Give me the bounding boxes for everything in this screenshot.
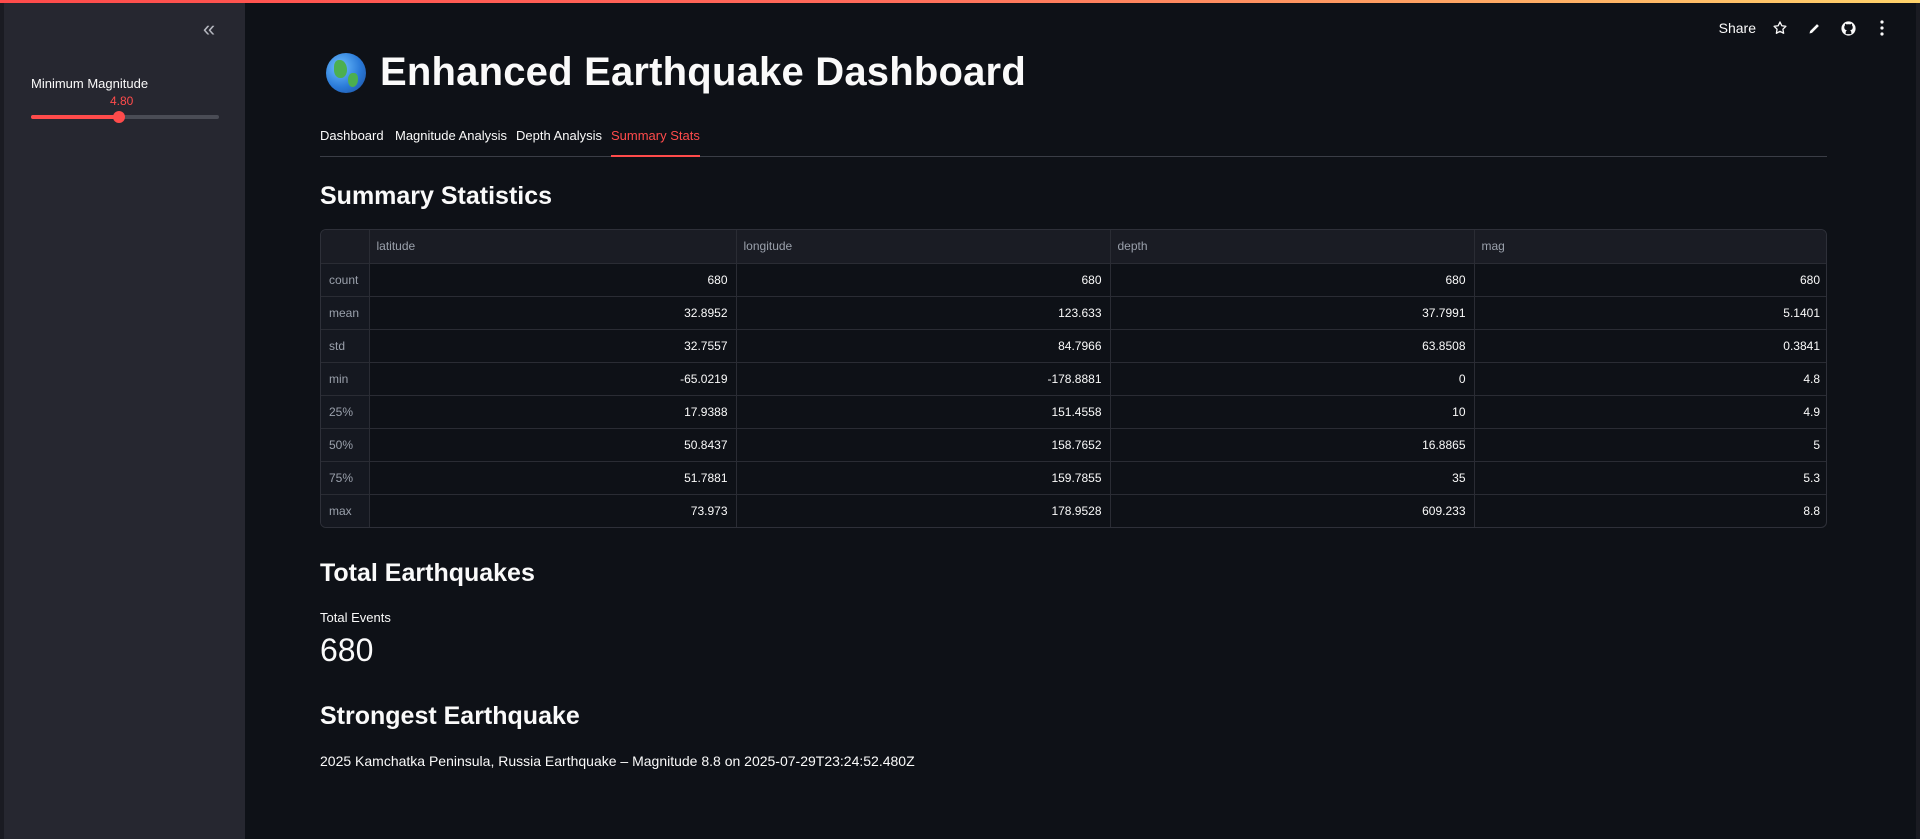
- row-label: 75%: [321, 461, 370, 495]
- slider-label: Minimum Magnitude: [31, 76, 149, 91]
- share-button[interactable]: Share: [1719, 20, 1756, 36]
- table-row: 75% 51.7881 159.7855 35 5.3: [321, 461, 1826, 495]
- row-label: max: [321, 494, 370, 527]
- globe-americas-icon: [326, 52, 366, 93]
- star-icon[interactable]: [1770, 18, 1790, 38]
- table-cell[interactable]: 5.3: [1474, 461, 1826, 495]
- summary-table[interactable]: latitude longitude depth mag count 680 6…: [320, 229, 1827, 528]
- table-cell[interactable]: 37.7991: [1110, 296, 1475, 330]
- table-row: 50% 50.8437 158.7652 16.8865 5: [321, 428, 1826, 462]
- pencil-icon[interactable]: [1804, 18, 1824, 38]
- table-row: min -65.0219 -178.8881 0 4.8: [321, 362, 1826, 396]
- table-row: std 32.7557 84.7966 63.8508 0.3841: [321, 329, 1826, 363]
- slider-thumb[interactable]: [113, 111, 126, 123]
- table-cell[interactable]: 51.7881: [369, 461, 737, 495]
- table-cell[interactable]: 0.3841: [1474, 329, 1826, 363]
- sidebar: « Minimum Magnitude 4.80: [4, 0, 245, 839]
- table-cell[interactable]: 680: [1474, 263, 1826, 297]
- table-cell[interactable]: 84.7966: [736, 329, 1111, 363]
- title-row: Enhanced Earthquake Dashboard: [326, 50, 1026, 95]
- metric-label: Total Events: [320, 610, 391, 625]
- page-title: Enhanced Earthquake Dashboard: [380, 50, 1026, 94]
- strongest-heading: Strongest Earthquake: [320, 702, 580, 730]
- tab-dashboard[interactable]: Dashboard: [320, 128, 384, 151]
- tab-magnitude-analysis[interactable]: Magnitude Analysis: [395, 128, 507, 151]
- collapse-sidebar-button[interactable]: «: [194, 16, 224, 42]
- table-row: max 73.973 178.9528 609.233 8.8: [321, 494, 1826, 527]
- github-icon[interactable]: [1838, 18, 1858, 38]
- summary-heading: Summary Statistics: [320, 182, 553, 210]
- slider-fill: [31, 115, 120, 119]
- row-label: count: [321, 263, 370, 297]
- table-cell[interactable]: 32.8952: [369, 296, 737, 330]
- column-header[interactable]: latitude: [369, 230, 737, 264]
- column-header[interactable]: depth: [1110, 230, 1475, 264]
- table-cell[interactable]: 158.7652: [736, 428, 1111, 462]
- magnitude-slider[interactable]: [31, 111, 219, 123]
- table-cell[interactable]: 17.9388: [369, 395, 737, 429]
- table-row: mean 32.8952 123.633 37.7991 5.1401: [321, 296, 1826, 330]
- slider-value: 4.80: [110, 94, 134, 108]
- table-row: 25% 17.9388 151.4558 10 4.9: [321, 395, 1826, 429]
- table-cell[interactable]: 680: [369, 263, 737, 297]
- table-cell[interactable]: 123.633: [736, 296, 1111, 330]
- table-cell[interactable]: -178.8881: [736, 362, 1111, 396]
- table-cell[interactable]: 4.9: [1474, 395, 1826, 429]
- table-cell[interactable]: 32.7557: [369, 329, 737, 363]
- row-label: 50%: [321, 428, 370, 462]
- row-label: min: [321, 362, 370, 396]
- table-cell[interactable]: 178.9528: [736, 494, 1111, 527]
- table-cell[interactable]: 8.8: [1474, 494, 1826, 527]
- window-frame-right: [1916, 0, 1920, 839]
- column-header[interactable]: longitude: [736, 230, 1111, 264]
- table-cell[interactable]: 5: [1474, 428, 1826, 462]
- table-cell[interactable]: 680: [1110, 263, 1475, 297]
- tab-bar: Dashboard Magnitude Analysis Depth Analy…: [320, 128, 1827, 157]
- row-label: 25%: [321, 395, 370, 429]
- table-cell[interactable]: 609.233: [1110, 494, 1475, 527]
- table-cell[interactable]: 680: [736, 263, 1111, 297]
- more-vertical-icon[interactable]: [1872, 18, 1892, 38]
- table-header-row: latitude longitude depth mag: [321, 230, 1826, 264]
- table-cell[interactable]: 73.973: [369, 494, 737, 527]
- table-cell[interactable]: 159.7855: [736, 461, 1111, 495]
- top-toolbar: Share: [1719, 18, 1892, 38]
- table-cell[interactable]: 16.8865: [1110, 428, 1475, 462]
- total-heading: Total Earthquakes: [320, 559, 535, 587]
- row-label: mean: [321, 296, 370, 330]
- metric-value: 680: [320, 632, 374, 668]
- table-cell[interactable]: 50.8437: [369, 428, 737, 462]
- tab-depth-analysis[interactable]: Depth Analysis: [516, 128, 602, 151]
- top-decoration-stripe: [0, 0, 1920, 3]
- table-cell[interactable]: 35: [1110, 461, 1475, 495]
- table-cell[interactable]: 151.4558: [736, 395, 1111, 429]
- table-cell[interactable]: 63.8508: [1110, 329, 1475, 363]
- column-header[interactable]: mag: [1474, 230, 1826, 264]
- table-row: count 680 680 680 680: [321, 263, 1826, 297]
- table-cell[interactable]: -65.0219: [369, 362, 737, 396]
- table-cell[interactable]: 10: [1110, 395, 1475, 429]
- table-cell[interactable]: 4.8: [1474, 362, 1826, 396]
- double-chevron-left-icon: «: [202, 16, 216, 41]
- table-cell[interactable]: 5.1401: [1474, 296, 1826, 330]
- tab-summary-stats[interactable]: Summary Stats: [611, 128, 700, 157]
- strongest-earthquake-text: 2025 Kamchatka Peninsula, Russia Earthqu…: [320, 753, 915, 769]
- row-label: std: [321, 329, 370, 363]
- table-cell[interactable]: 0: [1110, 362, 1475, 396]
- index-header: [321, 230, 370, 264]
